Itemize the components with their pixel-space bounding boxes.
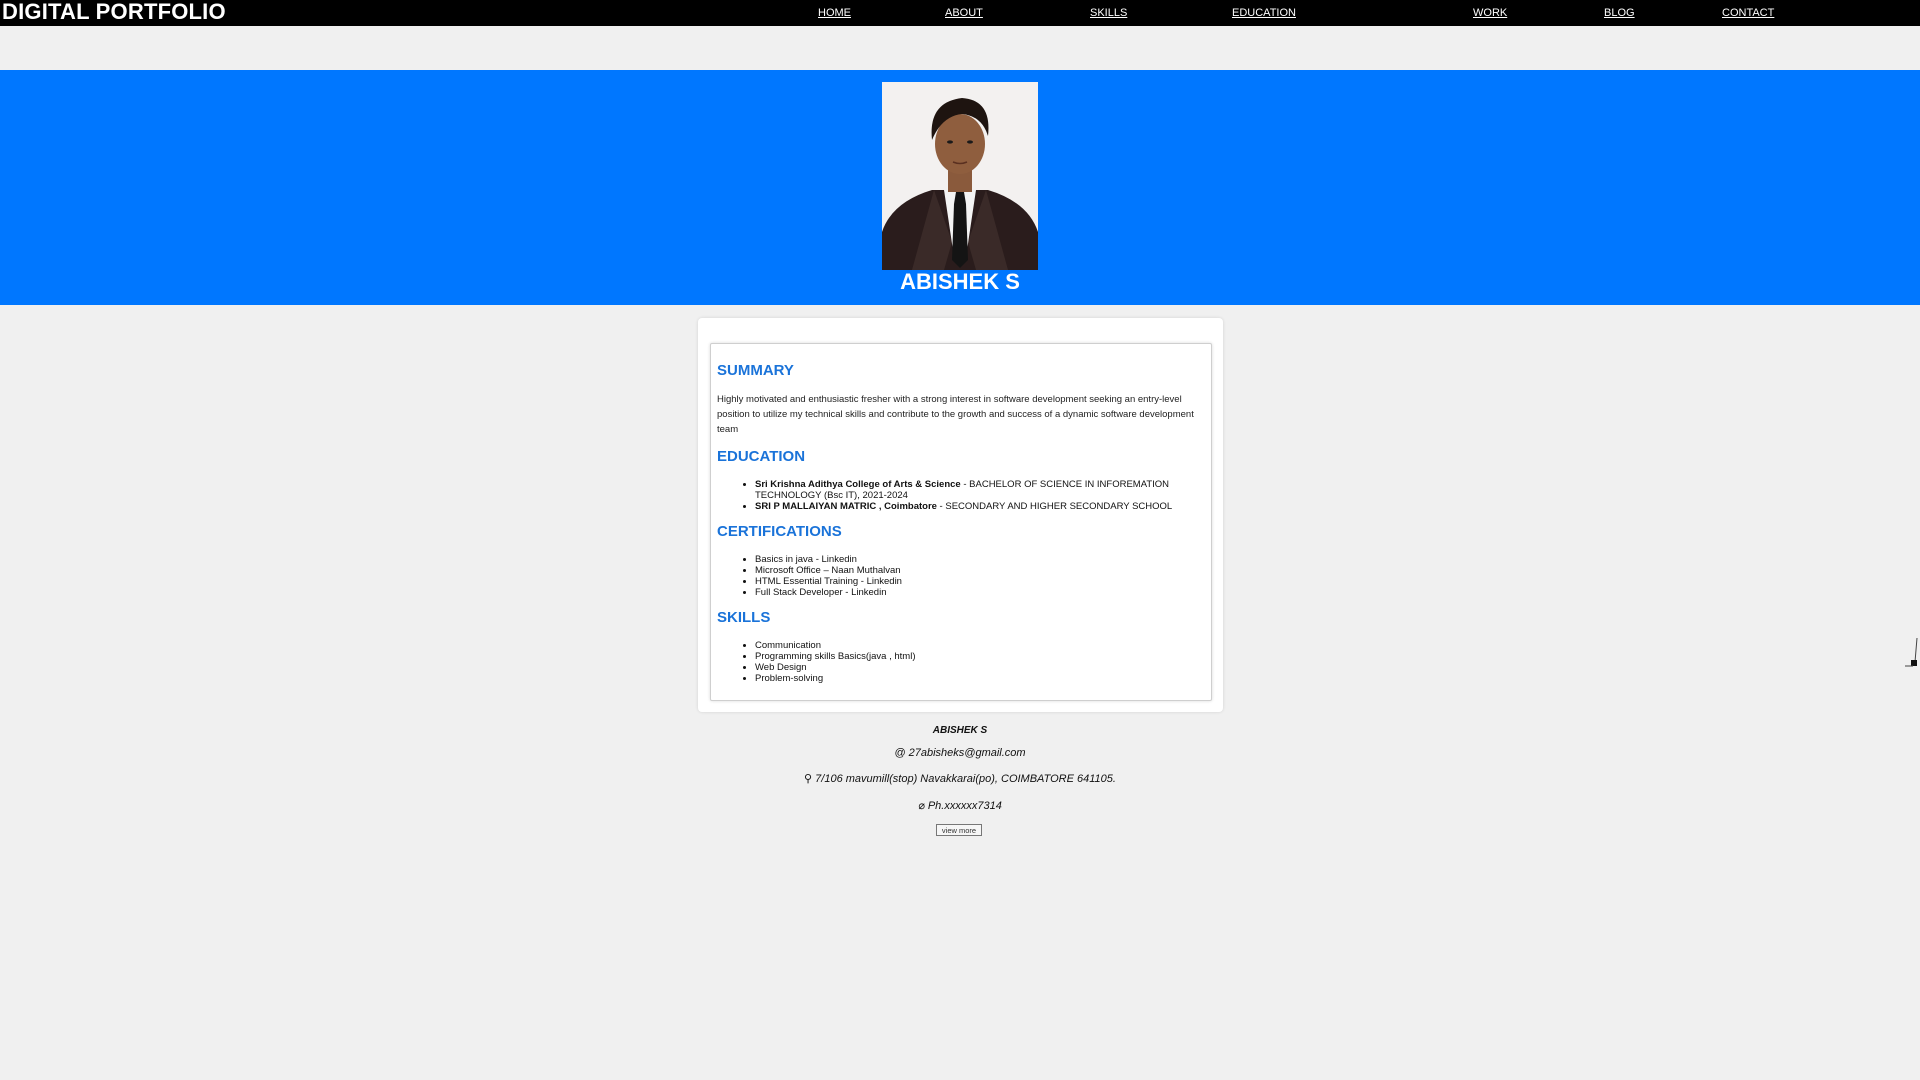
skill-item: Web Design [755, 662, 1225, 673]
certifications-heading: CERTIFICATIONS [717, 523, 842, 540]
view-more-button[interactable]: view more [936, 824, 982, 836]
nav-link-skills[interactable]: SKILLS [1090, 7, 1127, 19]
nav-link-about[interactable]: ABOUT [945, 7, 983, 19]
education-item: SRI P MALLAIYAN MATRIC , Coimbatore - SE… [755, 501, 1225, 512]
resume-card: SUMMARY Highly motivated and enthusiasti… [698, 318, 1223, 712]
hero-name: ABISHEK S [900, 269, 1020, 294]
top-navbar: DIGITAL PORTFOLIO HOME ABOUT SKILLS EDUC… [0, 0, 1920, 26]
nav-link-work[interactable]: WORK [1473, 7, 1507, 19]
footer-address: ⚲ 7/106 mavumill(stop) Navakkarai(po), C… [804, 773, 1116, 785]
education-heading: EDUCATION [717, 448, 806, 465]
skills-list: Communication Programming skills Basics(… [739, 640, 1225, 684]
nav-link-blog[interactable]: BLOG [1604, 7, 1635, 19]
skill-item: Communication [755, 640, 1225, 651]
nav-link-contact[interactable]: CONTACT [1722, 7, 1774, 19]
education-detail: - SECONDARY AND HIGHER SECONDARY SCHOOL [936, 501, 1173, 512]
summary-heading: SUMMARY [717, 362, 794, 379]
resize-handle-icon[interactable] [1905, 636, 1919, 670]
nav-link-home[interactable]: HOME [818, 7, 851, 19]
resize-handle-glyph [1905, 637, 1918, 667]
skill-item: Problem-solving [755, 673, 1225, 684]
education-school: SRI P MALLAIYAN MATRIC , Coimbatore [755, 501, 937, 512]
certification-item: HTML Essential Training - Linkedin [755, 576, 1225, 587]
education-school: Sri Krishna Adithya College of Arts & Sc… [755, 479, 961, 490]
education-item: Sri Krishna Adithya College of Arts & Sc… [755, 479, 1225, 501]
certification-item: Microsoft Office – Naan Muthalvan [755, 565, 1225, 576]
education-list: Sri Krishna Adithya College of Arts & Sc… [739, 479, 1225, 512]
skills-heading: SKILLS [717, 609, 771, 626]
certification-item: Full Stack Developer - Linkedin [755, 587, 1225, 598]
footer-phone: ⌀ Ph.xxxxxx7314 [918, 800, 1002, 812]
certifications-list: Basics in java - Linkedin Microsoft Offi… [739, 554, 1225, 598]
skill-item: Programming skills Basics(java , html) [755, 651, 1225, 662]
certification-item: Basics in java - Linkedin [755, 554, 1225, 565]
footer-email[interactable]: @ 27abisheks@gmail.com [0, 747, 1920, 759]
hero-banner: ABISHEK S [0, 70, 1920, 305]
profile-photo-illustration [882, 82, 1038, 270]
profile-photo [882, 82, 1038, 270]
resume-content: SUMMARY Highly motivated and enthusiasti… [710, 343, 1212, 701]
nav-link-education[interactable]: EDUCATION [1232, 7, 1296, 19]
site-brand[interactable]: DIGITAL PORTFOLIO [2, 0, 226, 24]
footer-name: ABISHEK S [932, 725, 988, 736]
summary-text: Highly motivated and enthusiastic freshe… [717, 394, 1194, 435]
